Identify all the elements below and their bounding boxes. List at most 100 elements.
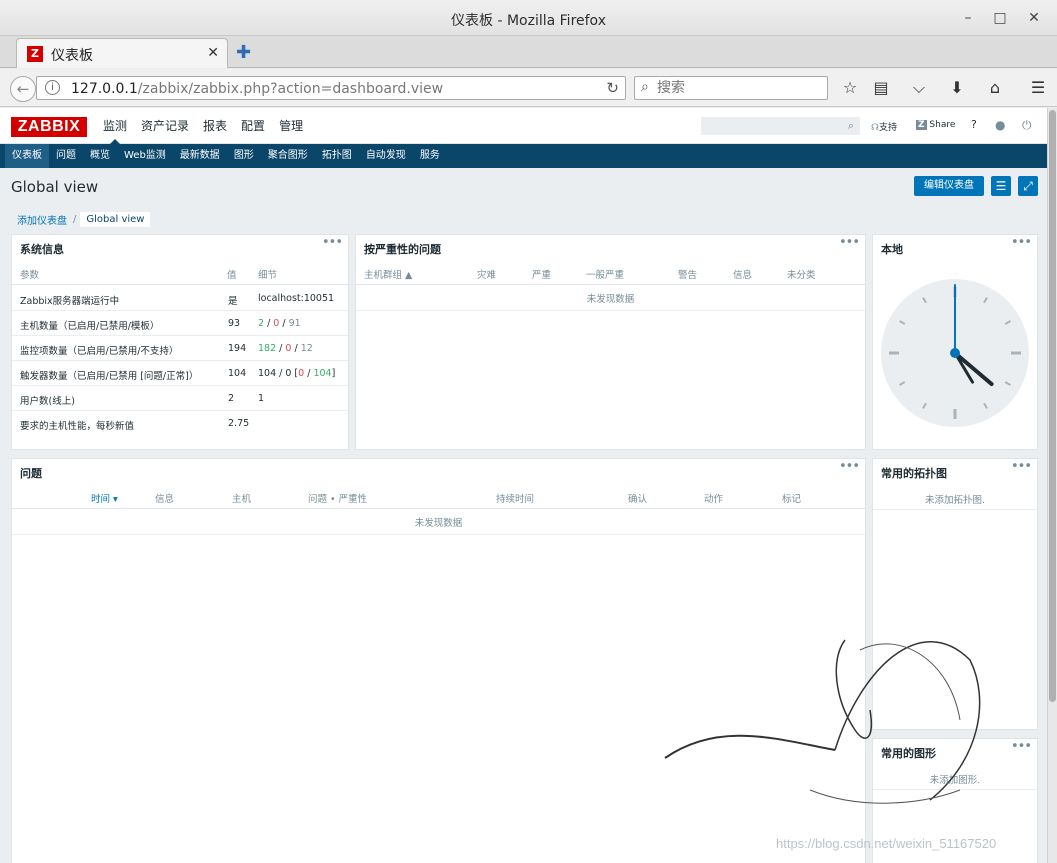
menu-icon[interactable]: ☰ [1027,78,1049,100]
close-icon[interactable]: ✕ [1024,8,1044,28]
search-icon: ⌕ [641,79,649,95]
share-z-icon: Z [916,120,927,130]
maximize-icon[interactable]: □ [990,8,1010,28]
sign-out-icon[interactable]: ⏻ [1022,118,1032,133]
detail-disabled: 0 [285,343,292,354]
detail-enabled-disabled: 104 / 0 [ [258,368,299,379]
widget-menu-icon[interactable]: ••• [1011,459,1032,474]
help-link[interactable]: ? [971,118,977,131]
row-value: 2.75 [228,418,250,429]
widget-menu-icon[interactable]: ••• [1011,235,1032,250]
submenu-overview[interactable]: 概览 [83,144,117,168]
scrollbar-thumb[interactable] [1049,110,1056,702]
column-duration: 持续时间 [496,494,535,505]
dashboard-list-icon[interactable]: ☰ [991,176,1011,196]
row-value: 104 [228,368,247,379]
widget-system-info: 系统信息 ••• 参数 值 细节 Zabbix服务器端运行中 是 localho… [11,234,349,450]
analog-clock [881,279,1029,427]
submenu-graphs[interactable]: 图形 [227,144,261,168]
row-value: 194 [228,343,247,354]
breadcrumb-separator: / [73,213,77,225]
table-header: 参数 值 细节 [12,261,348,285]
column-host: 主机 [232,494,252,505]
column-header: 参数 [20,270,40,281]
home-icon[interactable]: ⌂ [984,78,1006,100]
row-param: 监控项数量（已启用/已禁用/不支持） [20,346,179,357]
column-info: 信息 [155,494,175,505]
downloads-icon[interactable]: ⬇ [946,78,968,100]
submenu-problems[interactable]: 问题 [49,144,83,168]
edit-dashboard-button[interactable]: 编辑仪表盘 [914,176,984,196]
fullscreen-icon[interactable]: ⤢ [1018,176,1038,196]
widget-title: 常用的拓扑图 [881,467,947,480]
zabbix-favicon-icon: Z [27,46,43,62]
share-label: Share [929,120,956,130]
search-icon[interactable]: ⌕ [848,119,854,133]
submenu-maps[interactable]: 拓扑图 [315,144,359,168]
top-menu-monitoring[interactable]: 监测 [96,108,134,144]
column-header: 值 [227,270,237,281]
reload-icon[interactable]: ↻ [606,79,619,97]
widget-menu-icon[interactable]: ••• [839,235,860,250]
top-menu-reports[interactable]: 报表 [196,108,234,144]
widget-menu-icon[interactable]: ••• [1011,739,1032,754]
row-divider [356,310,865,311]
column-ack: 确认 [628,494,648,505]
submenu-web[interactable]: Web监测 [117,144,173,168]
top-menu-administration[interactable]: 管理 [272,108,310,144]
table-row: Zabbix服务器端运行中 是 localhost:10051 [12,286,348,311]
user-profile-icon[interactable]: ● [995,118,1005,132]
detail-unsupported: 12 [300,343,313,354]
url-bar[interactable]: i 127.0.0.1/zabbix/zabbix.php?action=das… [36,76,626,100]
breadcrumb-current[interactable]: Global view [80,211,151,227]
share-link[interactable]: Z Share [916,120,955,130]
bookmark-star-icon[interactable]: ☆ [839,78,861,100]
table-row: 主机数量（已启用/已禁用/模板） 93 2 / 0 / 91 [12,311,348,336]
top-menu-inventory[interactable]: 资产记录 [134,108,196,144]
widget-problems-by-severity: 按严重性的问题 ••• 主机群组 ▲ 灾难 严重 一般严重 警告 信息 未分类 … [355,234,866,450]
column-disaster: 灾难 [477,270,497,281]
pocket-icon[interactable]: ⌵ [908,78,930,100]
top-menu-configuration[interactable]: 配置 [234,108,272,144]
breadcrumb-add-dashboard[interactable]: 添加仪表盘 [11,212,73,227]
detail-templates: 91 [288,318,301,329]
column-high: 严重 [532,270,552,281]
widget-menu-icon[interactable]: ••• [839,459,860,474]
browser-search-input[interactable] [657,79,817,97]
reading-list-icon[interactable]: ▤ [870,78,892,100]
column-warning: 警告 [678,270,698,281]
detail-bracket: ] [331,368,336,379]
page-scrollbar[interactable] [1047,108,1057,863]
column-time[interactable]: 时间 ▾ [91,491,118,505]
table-row: 触发器数量（已启用/已禁用 [问题/正常]） 104 104 / 0 [0 / … [12,361,348,386]
tab-close-icon[interactable]: ✕ [207,45,219,61]
submenu-dashboard[interactable]: 仪表板 [5,144,49,168]
back-icon[interactable]: ← [10,76,36,102]
detail-enabled: 2 [258,318,265,329]
table-header: 主机群组 ▲ 灾难 严重 一般严重 警告 信息 未分类 [356,261,865,285]
new-tab-icon[interactable]: ✚ [236,42,251,63]
widget-menu-icon[interactable]: ••• [322,235,343,250]
row-value: 2 [228,393,235,404]
column-host-group[interactable]: 主机群组 ▲ [364,267,412,281]
browser-tab[interactable]: Z 仪表板 ✕ [16,38,228,68]
support-link[interactable]: ☊支持 [871,120,897,133]
submenu-screens[interactable]: 聚合图形 [261,144,315,168]
row-divider [873,509,1037,510]
url-text[interactable]: 127.0.0.1/zabbix/zabbix.php?action=dashb… [71,81,443,97]
zabbix-search-input[interactable]: ⌕ [701,117,860,135]
tab-bar: Z 仪表板 ✕ ✚ [0,36,1057,68]
column-actions: 动作 [704,494,724,505]
zabbix-logo[interactable]: ZABBIX [11,117,87,137]
row-detail: 2 / 0 / 91 [258,318,301,329]
submenu-discovery[interactable]: 自动发现 [359,144,413,168]
submenu-services[interactable]: 服务 [413,144,447,168]
minimize-icon[interactable]: – [958,8,978,28]
submenu-latest-data[interactable]: 最新数据 [173,144,227,168]
info-icon[interactable]: i [45,80,60,95]
browser-search-box[interactable]: ⌕ [634,76,828,100]
column-not-classified: 未分类 [787,270,816,281]
column-average: 一般严重 [586,270,625,281]
row-param: 要求的主机性能，每秒新值 [20,421,135,432]
row-value: 是 [228,296,238,307]
